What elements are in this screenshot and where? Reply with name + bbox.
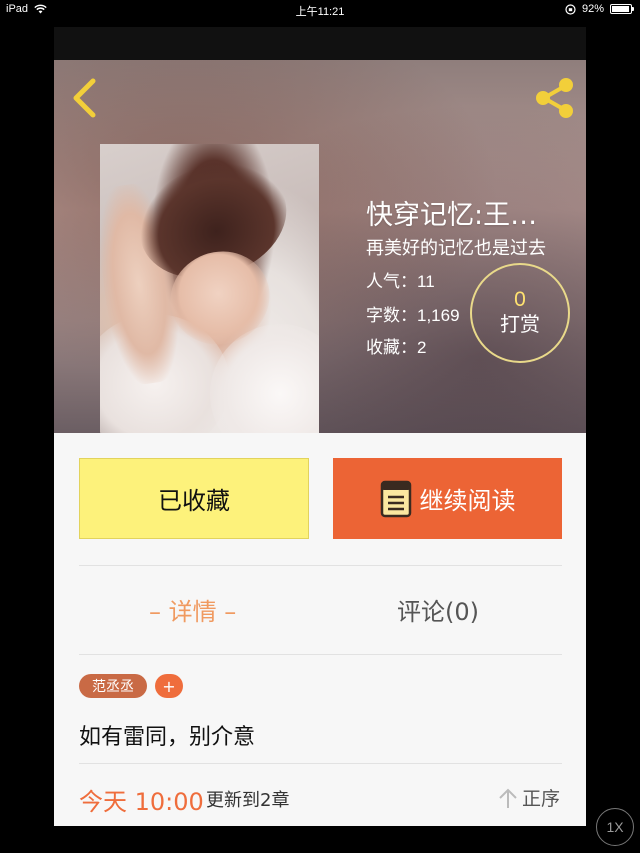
popularity-label: 人气：: [366, 272, 417, 292]
book-subtitle: 再美好的记忆也是过去: [366, 238, 546, 259]
popularity-stat: 人气：11: [366, 267, 435, 292]
chevron-left-icon: [73, 78, 96, 118]
book-detail-page: 快穿记忆:王… 再美好的记忆也是过去 人气：11 字数：1,169 收藏：2 0…: [54, 27, 586, 826]
divider: [79, 763, 562, 764]
favorites-stat: 收藏：2: [366, 333, 426, 358]
add-tag-button[interactable]: +: [155, 674, 183, 698]
arrow-up-icon: [499, 788, 517, 808]
word-count-value: 1,169: [417, 306, 460, 325]
update-chapter-text[interactable]: 更新到2章: [206, 786, 289, 812]
sort-order-button[interactable]: 正序: [498, 784, 560, 811]
continue-reading-button[interactable]: 继续阅读: [333, 458, 562, 539]
continue-reading-label: 继续阅读: [419, 487, 516, 515]
book-description: 如有雷同，别介意: [79, 725, 256, 750]
favorites-label: 收藏：: [366, 338, 417, 358]
back-button[interactable]: [68, 77, 102, 119]
favorited-button[interactable]: 已收藏: [79, 458, 309, 539]
word-count-stat: 字数：1,169: [366, 301, 460, 326]
book-icon: [380, 480, 411, 517]
author-tag[interactable]: 范丞丞: [79, 674, 147, 698]
reward-count: 0: [514, 288, 526, 311]
divider: [79, 654, 562, 655]
share-button[interactable]: [532, 75, 578, 121]
reward-button[interactable]: 0 打赏: [470, 263, 570, 363]
speed-button[interactable]: 1X: [596, 808, 634, 846]
battery-icon: [610, 4, 634, 14]
status-bar: iPad 上午11:21 92%: [0, 0, 640, 20]
tab-detail[interactable]: – 详情 –: [149, 592, 236, 627]
battery-percent: 92%: [581, 3, 604, 15]
book-cover-image[interactable]: [100, 144, 319, 433]
update-time[interactable]: 今天 10:00: [79, 782, 204, 817]
sort-order-label: 正序: [521, 788, 560, 810]
word-count-label: 字数：: [366, 306, 417, 326]
share-icon: [536, 78, 573, 118]
orientation-lock-icon: [565, 3, 576, 15]
book-title: 快穿记忆:王…: [366, 200, 538, 231]
top-band: [54, 27, 586, 60]
divider: [79, 565, 562, 566]
favorites-value: 2: [417, 338, 427, 357]
popularity-value: 11: [417, 272, 435, 291]
tab-comments[interactable]: 评论(0): [397, 592, 479, 627]
status-time: 上午11:21: [295, 6, 345, 18]
reward-label: 打赏: [500, 312, 540, 336]
